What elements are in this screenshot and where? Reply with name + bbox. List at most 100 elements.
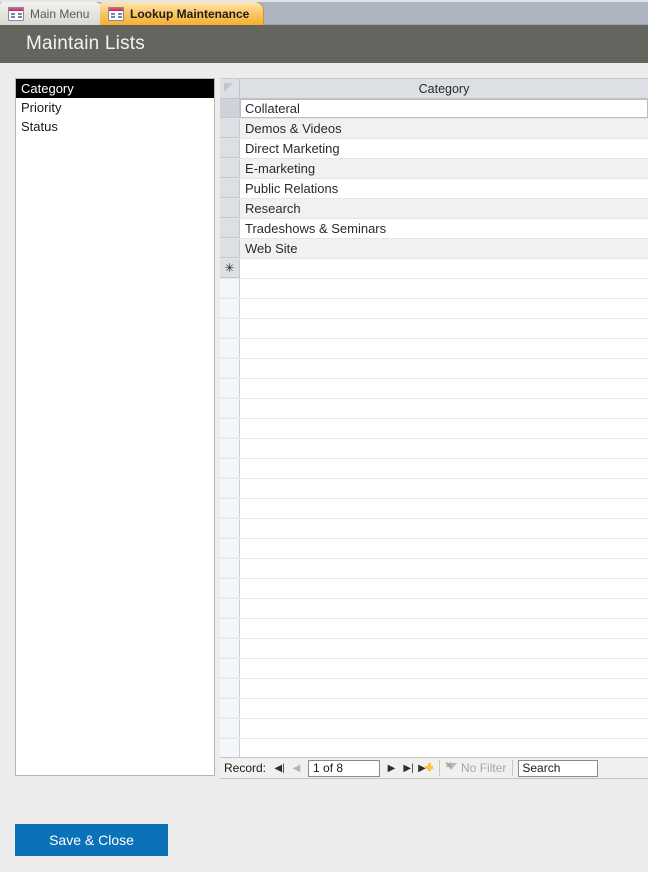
search-input[interactable]: Search bbox=[518, 759, 599, 777]
empty-cell bbox=[240, 359, 648, 378]
record-selector bbox=[220, 659, 240, 678]
new-record-starburst-icon bbox=[425, 763, 434, 771]
lookup-list[interactable]: Category Priority Status bbox=[15, 78, 215, 776]
list-item-status[interactable]: Status bbox=[16, 117, 214, 136]
cell-category[interactable]: Demos & Videos bbox=[240, 119, 648, 138]
empty-row bbox=[220, 639, 648, 659]
empty-cell bbox=[240, 519, 648, 538]
record-selector bbox=[220, 459, 240, 478]
record-selector bbox=[220, 719, 240, 738]
empty-row bbox=[220, 299, 648, 319]
navigator-divider bbox=[439, 760, 441, 776]
save-close-button[interactable]: Save & Close bbox=[15, 824, 168, 856]
next-record-button[interactable]: ▶ bbox=[383, 759, 400, 777]
record-selector[interactable] bbox=[220, 99, 240, 118]
empty-row bbox=[220, 319, 648, 339]
record-navigator-label: Record: bbox=[224, 761, 267, 775]
table-row[interactable]: Collateral bbox=[220, 99, 648, 119]
new-record-button[interactable]: ▶ bbox=[417, 759, 434, 777]
list-item-category[interactable]: Category bbox=[16, 79, 214, 98]
record-selector bbox=[220, 319, 240, 338]
new-record-asterisk-icon[interactable] bbox=[220, 259, 240, 278]
record-selector bbox=[220, 679, 240, 698]
empty-row bbox=[220, 479, 648, 499]
cell-category-new[interactable] bbox=[240, 259, 648, 278]
tab-lookup-maintenance[interactable]: Lookup Maintenance bbox=[100, 2, 264, 25]
table-row[interactable]: E-marketing bbox=[220, 159, 648, 179]
cell-category[interactable]: Collateral bbox=[240, 99, 648, 118]
record-selector bbox=[220, 419, 240, 438]
record-selector[interactable] bbox=[220, 119, 240, 138]
record-selector bbox=[220, 339, 240, 358]
table-row[interactable]: Tradeshows & Seminars bbox=[220, 219, 648, 239]
empty-cell bbox=[240, 499, 648, 518]
empty-row bbox=[220, 559, 648, 579]
cell-category[interactable]: Tradeshows & Seminars bbox=[240, 219, 648, 238]
empty-row bbox=[220, 339, 648, 359]
record-position-input[interactable]: 1 of 8 bbox=[308, 759, 381, 777]
cell-category[interactable]: Public Relations bbox=[240, 179, 648, 198]
tab-main-menu[interactable]: Main Menu bbox=[0, 2, 104, 25]
record-selector bbox=[220, 479, 240, 498]
empty-row bbox=[220, 279, 648, 299]
record-selector[interactable] bbox=[220, 219, 240, 238]
empty-row bbox=[220, 739, 648, 759]
empty-cell bbox=[240, 459, 648, 478]
record-selector[interactable] bbox=[220, 199, 240, 218]
empty-cell bbox=[240, 719, 648, 738]
previous-record-button[interactable]: ◀ bbox=[288, 759, 305, 777]
record-selector bbox=[220, 359, 240, 378]
no-filter-button[interactable]: No Filter bbox=[445, 760, 512, 775]
table-row[interactable]: Research bbox=[220, 199, 648, 219]
record-selector bbox=[220, 439, 240, 458]
empty-cell bbox=[240, 379, 648, 398]
datasheet-header-row: Category bbox=[220, 79, 648, 99]
table-row[interactable]: Public Relations bbox=[220, 179, 648, 199]
empty-row bbox=[220, 359, 648, 379]
record-selector bbox=[220, 499, 240, 518]
record-selector bbox=[220, 739, 240, 758]
record-navigator: Record: ◀| ◀ 1 of 8 ▶ ▶| ▶ No Filter Sea… bbox=[220, 757, 648, 779]
navigator-divider bbox=[512, 760, 514, 776]
record-selector[interactable] bbox=[220, 179, 240, 198]
list-item-priority[interactable]: Priority bbox=[16, 98, 214, 117]
no-filter-label: No Filter bbox=[461, 761, 507, 775]
table-row[interactable]: Web Site bbox=[220, 239, 648, 259]
table-row[interactable]: Demos & Videos bbox=[220, 119, 648, 139]
empty-cell bbox=[240, 539, 648, 558]
empty-cell bbox=[240, 559, 648, 578]
record-selector[interactable] bbox=[220, 139, 240, 158]
page-title: Maintain Lists bbox=[0, 25, 648, 63]
first-record-button[interactable]: ◀| bbox=[271, 759, 288, 777]
cell-category[interactable]: Direct Marketing bbox=[240, 139, 648, 158]
empty-row bbox=[220, 399, 648, 419]
empty-row bbox=[220, 459, 648, 479]
empty-cell bbox=[240, 639, 648, 658]
empty-cell bbox=[240, 319, 648, 338]
empty-cell bbox=[240, 599, 648, 618]
last-record-button[interactable]: ▶| bbox=[400, 759, 417, 777]
cell-category[interactable]: Research bbox=[240, 199, 648, 218]
empty-row bbox=[220, 659, 648, 679]
empty-cell bbox=[240, 659, 648, 678]
tab-main-menu-label: Main Menu bbox=[30, 6, 90, 21]
cell-category[interactable]: Web Site bbox=[240, 239, 648, 258]
cell-category[interactable]: E-marketing bbox=[240, 159, 648, 178]
record-selector[interactable] bbox=[220, 159, 240, 178]
empty-row bbox=[220, 679, 648, 699]
empty-cell bbox=[240, 279, 648, 298]
column-header-category[interactable]: Category bbox=[240, 79, 648, 98]
filter-funnel-x-icon bbox=[445, 760, 458, 774]
new-record-row[interactable] bbox=[220, 259, 648, 279]
record-selector bbox=[220, 279, 240, 298]
document-tab-strip: Main Menu Lookup Maintenance bbox=[0, 0, 648, 25]
empty-row bbox=[220, 439, 648, 459]
empty-row bbox=[220, 699, 648, 719]
record-selector[interactable] bbox=[220, 239, 240, 258]
table-row[interactable]: Direct Marketing bbox=[220, 139, 648, 159]
empty-row bbox=[220, 419, 648, 439]
empty-cell bbox=[240, 479, 648, 498]
select-all-corner-icon[interactable] bbox=[220, 79, 240, 98]
empty-cell bbox=[240, 339, 648, 358]
empty-row bbox=[220, 719, 648, 739]
